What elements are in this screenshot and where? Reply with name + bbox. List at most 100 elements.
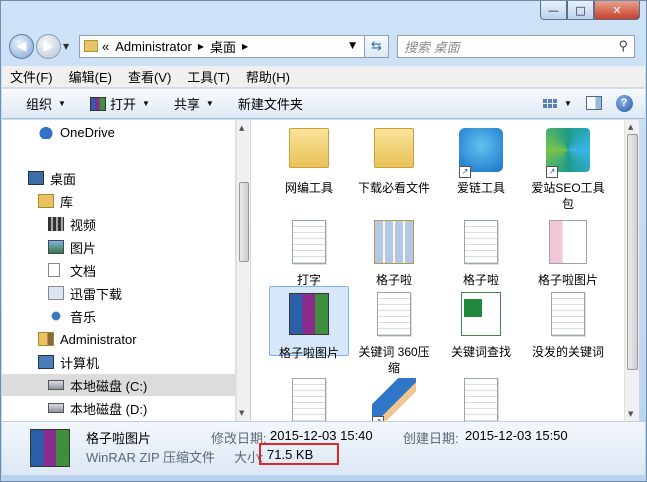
scrollbar-thumb[interactable] bbox=[239, 182, 249, 262]
details-created-value: 2015-12-03 15:50 bbox=[465, 428, 568, 443]
view-grid-icon bbox=[543, 98, 557, 108]
nav-item-desktop[interactable]: 桌面 bbox=[2, 167, 235, 189]
nav-item-computer[interactable]: 计算机 bbox=[2, 351, 235, 373]
view-options-dropdown[interactable]: ▼ bbox=[563, 94, 573, 112]
back-arrow-icon: ◀ bbox=[16, 38, 27, 54]
menu-help[interactable]: 帮助(H) bbox=[246, 67, 290, 86]
thunder-download-icon bbox=[48, 286, 64, 300]
desktop-icon bbox=[28, 171, 44, 185]
scroll-up-icon[interactable]: ▲ bbox=[628, 123, 633, 131]
breadcrumb-administrator[interactable]: Administrator bbox=[115, 39, 192, 54]
help-icon: ? bbox=[615, 94, 633, 112]
scroll-down-icon[interactable]: ▼ bbox=[628, 410, 633, 418]
nav-item-label: 视频 bbox=[70, 217, 97, 233]
file-item[interactable]: ↗ 爱站SEO工具包 bbox=[528, 122, 608, 212]
forward-arrow-icon: ▶ bbox=[43, 38, 54, 54]
folder-icon bbox=[84, 40, 98, 52]
breadcrumb-desktop[interactable]: 桌面 bbox=[210, 37, 236, 56]
preview-pane-button[interactable] bbox=[585, 94, 603, 112]
nav-item-documents[interactable]: 文档 bbox=[2, 259, 235, 281]
navigation-scrollbar[interactable]: ▲ ▼ bbox=[236, 120, 250, 421]
chevron-right-icon[interactable]: ▶ bbox=[198, 42, 204, 51]
nav-item-libraries[interactable]: 库 bbox=[2, 190, 235, 212]
chevron-down-icon: ▼ bbox=[205, 99, 214, 108]
file-label: 没发的关键词 bbox=[531, 345, 604, 359]
explorer-window: — □ ✕ ◀ ▶ ▼ « Administrator ▶ 桌面 ▶ ▼ ⇆ 搜… bbox=[0, 0, 647, 482]
minimize-button[interactable]: — bbox=[540, 1, 567, 20]
search-icon: ⚲ bbox=[618, 38, 628, 53]
open-button[interactable]: 打开 ▼ bbox=[89, 94, 150, 113]
file-item[interactable]: 格子啦 bbox=[354, 214, 434, 288]
nav-item-music[interactable]: 音乐 bbox=[2, 305, 235, 327]
nav-item-label: Administrator bbox=[60, 331, 137, 347]
navigation-pane: OneDrive 桌面 库 视频 图片 文档 迅雷下载 音乐 Administr… bbox=[2, 120, 236, 421]
nav-item-label: 库 bbox=[60, 194, 74, 210]
refresh-button[interactable]: ⇆ bbox=[365, 34, 389, 58]
file-label: 爱站SEO工具包 bbox=[531, 181, 605, 211]
address-dropdown-icon[interactable]: ▼ bbox=[349, 41, 356, 51]
file-item[interactable]: ↗ 爱链工具 bbox=[441, 122, 521, 196]
forward-button[interactable]: ▶ bbox=[36, 33, 61, 59]
file-list-scrollbar[interactable]: ▲ ▼ bbox=[624, 120, 639, 421]
nav-item-label: 文档 bbox=[70, 263, 97, 279]
scroll-up-icon[interactable]: ▲ bbox=[239, 124, 244, 132]
maximize-button[interactable]: □ bbox=[567, 1, 594, 20]
menu-file[interactable]: 文件(F) bbox=[10, 67, 53, 86]
nav-item-videos[interactable]: 视频 bbox=[2, 213, 235, 235]
nav-item-label: 计算机 bbox=[60, 355, 100, 371]
file-item[interactable]: 打字 bbox=[269, 214, 349, 288]
help-button[interactable]: ? bbox=[615, 94, 633, 112]
file-item[interactable] bbox=[441, 372, 521, 421]
nav-item-drive-c[interactable]: 本地磁盘 (C:) bbox=[2, 374, 235, 396]
scrollbar-thumb[interactable] bbox=[627, 134, 638, 370]
file-item[interactable]: 网编工具 bbox=[269, 122, 349, 196]
new-folder-button[interactable]: 新建文件夹 bbox=[238, 94, 303, 113]
file-item[interactable]: 关键词查找 bbox=[441, 286, 521, 360]
details-modified-value: 2015-12-03 15:40 bbox=[270, 428, 373, 443]
recent-pages-dropdown[interactable]: ▼ bbox=[63, 42, 75, 51]
file-item[interactable]: 下载必看文件 bbox=[354, 122, 434, 196]
refresh-icon: ⇆ bbox=[371, 38, 382, 54]
scroll-down-icon[interactable]: ▼ bbox=[239, 409, 244, 417]
command-bar: 组织 ▼ 打开 ▼ 共享 ▼ 新建文件夹 ▼ ? bbox=[2, 89, 645, 119]
file-label: 网编工具 bbox=[284, 181, 333, 195]
text-document-icon bbox=[551, 292, 585, 336]
file-item[interactable]: 关键词 360压缩 bbox=[354, 286, 434, 376]
menu-tools[interactable]: 工具(T) bbox=[187, 67, 230, 86]
address-bar[interactable]: « Administrator ▶ 桌面 ▶ ▼ bbox=[79, 34, 365, 58]
close-button[interactable]: ✕ bbox=[594, 1, 640, 20]
file-item-selected[interactable]: 格子啦图片 bbox=[269, 286, 349, 360]
cloud-icon bbox=[38, 125, 54, 139]
search-input[interactable]: 搜索 桌面 ⚲ bbox=[397, 34, 635, 58]
organize-button[interactable]: 组织 ▼ bbox=[26, 94, 66, 113]
winrar-archive-icon bbox=[30, 429, 70, 467]
nav-item-thunder-downloads[interactable]: 迅雷下载 bbox=[2, 282, 235, 304]
file-item[interactable]: ↗ bbox=[354, 372, 434, 421]
back-button[interactable]: ◀ bbox=[9, 33, 34, 59]
menu-view[interactable]: 查看(V) bbox=[128, 67, 171, 86]
file-item[interactable]: 格子啦 bbox=[441, 214, 521, 288]
nav-item-administrator[interactable]: Administrator bbox=[2, 328, 235, 350]
menu-edit[interactable]: 编辑(E) bbox=[69, 67, 112, 86]
file-label: 格子啦图片 bbox=[278, 346, 339, 360]
chevron-down-icon: ▼ bbox=[141, 99, 150, 108]
chevron-right-icon[interactable]: ▶ bbox=[242, 42, 248, 51]
file-item[interactable]: 没发的关键词 bbox=[528, 286, 608, 360]
file-item[interactable]: 格子啦图片 bbox=[528, 214, 608, 288]
size-highlight-box bbox=[259, 443, 339, 465]
nav-item-label: 图片 bbox=[70, 240, 97, 256]
nav-item-drive-d[interactable]: 本地磁盘 (D:) bbox=[2, 397, 235, 419]
share-button[interactable]: 共享 ▼ bbox=[174, 94, 214, 113]
file-label: 下载必看文件 bbox=[357, 181, 430, 195]
change-view-button[interactable] bbox=[541, 94, 559, 112]
address-overflow[interactable]: « bbox=[102, 39, 109, 54]
library-icon bbox=[38, 194, 54, 208]
search-placeholder: 搜索 桌面 bbox=[404, 39, 460, 55]
chevron-down-icon: ▼ bbox=[58, 99, 66, 108]
shortcut-arrow-icon: ↗ bbox=[546, 166, 558, 178]
file-item[interactable] bbox=[269, 372, 349, 421]
text-document-icon bbox=[377, 292, 411, 336]
nav-item-pictures[interactable]: 图片 bbox=[2, 236, 235, 258]
document-icon bbox=[48, 263, 60, 277]
nav-item-onedrive[interactable]: OneDrive bbox=[2, 121, 235, 143]
